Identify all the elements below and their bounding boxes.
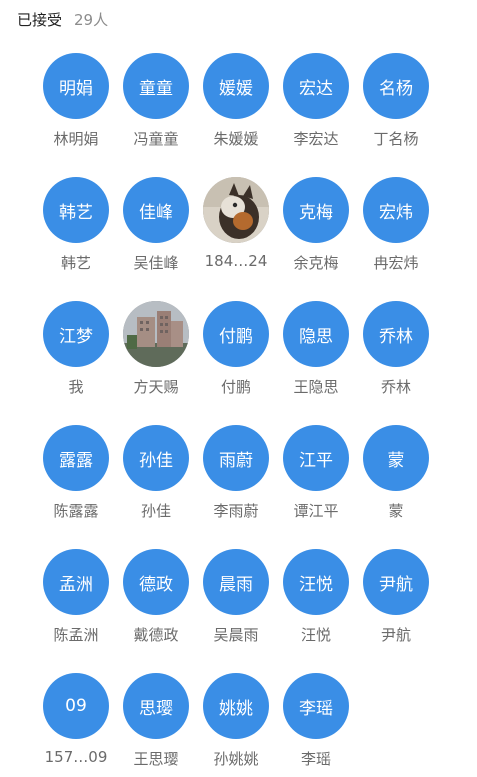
member-name: 付鹏: [220, 378, 251, 396]
member-item[interactable]: 孟洲 陈孟洲: [36, 549, 116, 673]
member-avatar[interactable]: 汪悦: [283, 549, 349, 615]
member-avatar[interactable]: 孙佳: [123, 425, 189, 491]
member-name: 林明娟: [53, 130, 99, 148]
member-item[interactable]: 宏炜 冉宏炜: [356, 177, 436, 301]
member-avatar-photo[interactable]: [123, 301, 189, 367]
member-avatar[interactable]: 名杨: [363, 53, 429, 119]
member-avatar[interactable]: 江梦: [43, 301, 109, 367]
member-name: 李瑶: [300, 750, 331, 768]
member-avatar[interactable]: 克梅: [283, 177, 349, 243]
member-name: 157…09: [44, 748, 108, 766]
accepted-header: 已接受 29人: [17, 9, 108, 29]
member-item[interactable]: 思璎 王思璎: [116, 673, 196, 777]
member-item[interactable]: 乔林 乔林: [356, 301, 436, 425]
member-name: 王隐思: [293, 378, 339, 396]
member-avatar[interactable]: 露露: [43, 425, 109, 491]
member-avatar[interactable]: 蒙: [363, 425, 429, 491]
member-name: 谭江平: [293, 502, 339, 520]
member-item[interactable]: 尹航 尹航: [356, 549, 436, 673]
member-name: 乔林: [380, 378, 411, 396]
member-avatar[interactable]: 晨雨: [203, 549, 269, 615]
member-name: 蒙: [388, 502, 404, 520]
member-item[interactable]: 宏达 李宏达: [276, 53, 356, 177]
member-item[interactable]: 姚姚 孙姚姚: [196, 673, 276, 777]
accepted-title: 已接受: [17, 10, 63, 29]
member-avatar[interactable]: 09: [43, 673, 109, 739]
member-item[interactable]: 童童 冯童童: [116, 53, 196, 177]
member-name: 我: [68, 378, 84, 396]
member-name: 丁名杨: [373, 130, 419, 148]
member-avatar[interactable]: 宏达: [283, 53, 349, 119]
member-name: 李雨蔚: [213, 502, 259, 520]
member-avatar[interactable]: 隐思: [283, 301, 349, 367]
member-name: 方天赐: [133, 378, 179, 396]
member-item[interactable]: 隐思 王隐思: [276, 301, 356, 425]
accepted-count: 29人: [74, 10, 109, 29]
member-item[interactable]: 韩艺 韩艺: [36, 177, 116, 301]
member-name: 李宏达: [293, 130, 339, 148]
member-name: 汪悦: [300, 626, 331, 644]
member-item[interactable]: 雨蔚 李雨蔚: [196, 425, 276, 549]
member-avatar[interactable]: 乔林: [363, 301, 429, 367]
member-item[interactable]: 露露 陈露露: [36, 425, 116, 549]
member-name: 余克梅: [293, 254, 339, 272]
member-avatar[interactable]: 童童: [123, 53, 189, 119]
member-avatar[interactable]: 李瑶: [283, 673, 349, 739]
member-avatar[interactable]: 思璎: [123, 673, 189, 739]
member-avatar[interactable]: 明娟: [43, 53, 109, 119]
member-item[interactable]: 江平 谭江平: [276, 425, 356, 549]
member-name: 吴佳峰: [133, 254, 179, 272]
member-avatar[interactable]: 付鹏: [203, 301, 269, 367]
member-item[interactable]: 付鹏 付鹏: [196, 301, 276, 425]
member-avatar[interactable]: 雨蔚: [203, 425, 269, 491]
member-name: 184…24: [204, 252, 268, 270]
member-avatar[interactable]: 韩艺: [43, 177, 109, 243]
member-name: 陈露露: [53, 502, 99, 520]
member-item[interactable]: 德政 戴德政: [116, 549, 196, 673]
member-item[interactable]: 方天赐: [116, 301, 196, 425]
building-photo-icon: [123, 301, 189, 367]
member-name: 王思璎: [133, 750, 179, 768]
member-name: 冯童童: [133, 130, 179, 148]
member-item[interactable]: 09 157…09: [36, 673, 116, 777]
member-avatar[interactable]: 德政: [123, 549, 189, 615]
member-avatar[interactable]: 媛媛: [203, 53, 269, 119]
member-item[interactable]: 汪悦 汪悦: [276, 549, 356, 673]
member-item[interactable]: 李瑶 李瑶: [276, 673, 356, 777]
member-avatar[interactable]: 宏炜: [363, 177, 429, 243]
member-name: 孙佳: [140, 502, 171, 520]
member-avatar[interactable]: 尹航: [363, 549, 429, 615]
member-avatar[interactable]: 姚姚: [203, 673, 269, 739]
member-name: 冉宏炜: [373, 254, 419, 272]
cat-photo-icon: [203, 177, 269, 243]
member-item[interactable]: 佳峰 吴佳峰: [116, 177, 196, 301]
member-grid: 明娟 林明娟 童童 冯童童 媛媛 朱媛媛 宏达 李宏达 名杨 丁名杨 韩艺 韩艺…: [36, 53, 456, 777]
member-item[interactable]: 孙佳 孙佳: [116, 425, 196, 549]
member-avatar-photo[interactable]: [203, 177, 269, 243]
member-item[interactable]: 江梦 我: [36, 301, 116, 425]
member-name: 陈孟洲: [53, 626, 99, 644]
member-name: 吴晨雨: [213, 626, 259, 644]
member-name: 戴德政: [133, 626, 179, 644]
member-item[interactable]: 明娟 林明娟: [36, 53, 116, 177]
member-name: 朱媛媛: [213, 130, 259, 148]
member-item[interactable]: 184…24: [196, 177, 276, 301]
member-avatar[interactable]: 佳峰: [123, 177, 189, 243]
accepted-members-page: 已接受 29人 明娟 林明娟 童童 冯童童 媛媛 朱媛媛 宏达 李宏达 名杨 丁…: [0, 0, 477, 777]
member-item[interactable]: 克梅 余克梅: [276, 177, 356, 301]
member-item[interactable]: 媛媛 朱媛媛: [196, 53, 276, 177]
member-avatar[interactable]: 孟洲: [43, 549, 109, 615]
member-avatar[interactable]: 江平: [283, 425, 349, 491]
member-name: 孙姚姚: [213, 750, 259, 768]
member-name: 尹航: [380, 626, 411, 644]
member-item[interactable]: 名杨 丁名杨: [356, 53, 436, 177]
member-item[interactable]: 晨雨 吴晨雨: [196, 549, 276, 673]
member-item[interactable]: 蒙 蒙: [356, 425, 436, 549]
member-name: 韩艺: [60, 254, 91, 272]
